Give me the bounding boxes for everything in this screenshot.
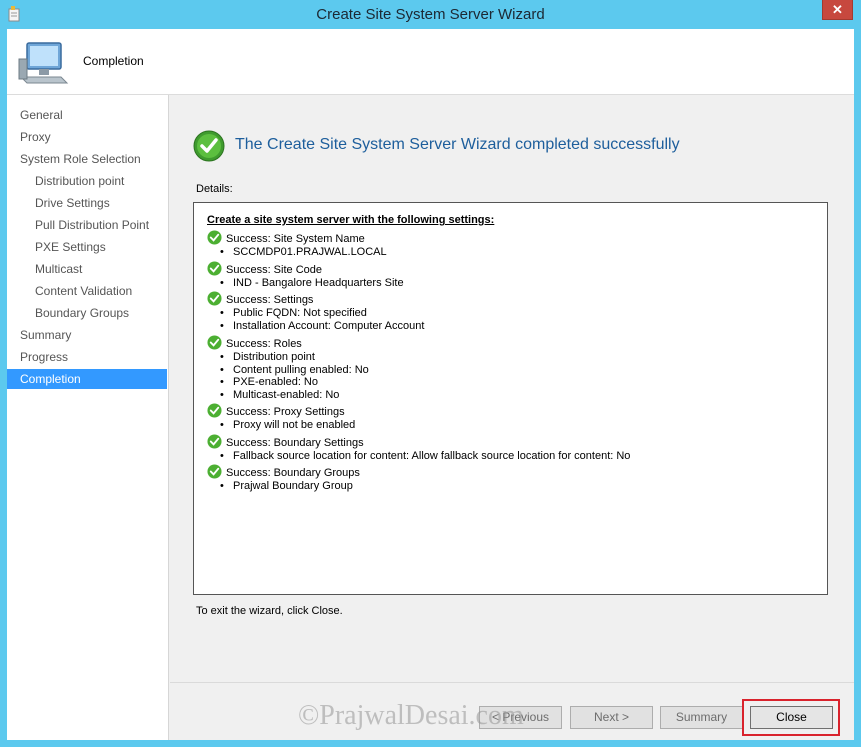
section-item: Prajwal Boundary Group	[207, 480, 353, 493]
nav-item-distribution-point[interactable]: Distribution point	[7, 171, 167, 191]
computer-icon	[18, 42, 69, 84]
nav-item-summary[interactable]: Summary	[7, 325, 167, 345]
section-item: SCCMDP01.PRAJWAL.LOCAL	[207, 246, 387, 259]
result-section-site-system-name: Success: Site System Name SCCMDP01.PRAJW…	[207, 230, 387, 259]
section-title: Success: Boundary Groups	[226, 467, 360, 479]
watermark: ©PrajwalDesai.com	[298, 700, 524, 731]
details-textbox[interactable]: Create a site system server with the fol…	[193, 202, 828, 595]
check-icon	[207, 403, 222, 418]
section-title: Success: Roles	[226, 338, 302, 350]
wizard-client-area: Completion General Proxy System Role Sel…	[7, 29, 854, 740]
wizard-window: Create Site System Server Wizard ✕ Compl…	[0, 0, 861, 747]
section-title: Success: Site Code	[226, 264, 322, 276]
section-item: Distribution point	[207, 351, 369, 364]
result-section-proxy-settings: Success: Proxy Settings Proxy will not b…	[207, 403, 355, 432]
close-button[interactable]: Close	[750, 706, 833, 729]
result-section-roles: Success: Roles Distribution point Conten…	[207, 335, 369, 402]
nav-item-general[interactable]: General	[7, 105, 167, 125]
exit-instructions: To exit the wizard, click Close.	[196, 605, 343, 617]
section-title: Success: Boundary Settings	[226, 437, 364, 449]
check-icon	[207, 335, 222, 350]
check-icon	[207, 230, 222, 245]
next-button[interactable]: Next >	[570, 706, 653, 729]
section-item: PXE-enabled: No	[207, 376, 369, 389]
result-section-site-code: Success: Site Code IND - Bangalore Headq…	[207, 261, 404, 290]
nav-item-completion[interactable]: Completion	[7, 369, 167, 389]
success-check-icon	[193, 130, 225, 162]
window-close-button[interactable]: ✕	[822, 0, 853, 20]
wizard-nav: General Proxy System Role Selection Dist…	[7, 95, 169, 740]
details-heading: Create a site system server with the fol…	[207, 214, 495, 226]
section-item: Installation Account: Computer Account	[207, 320, 424, 333]
section-title: Success: Proxy Settings	[226, 406, 345, 418]
nav-item-drive-settings[interactable]: Drive Settings	[7, 193, 167, 213]
section-title: Success: Settings	[226, 294, 314, 306]
check-icon	[207, 291, 222, 306]
section-item: Public FQDN: Not specified	[207, 307, 424, 320]
section-title: Success: Site System Name	[226, 233, 365, 245]
result-section-boundary-groups: Success: Boundary Groups Prajwal Boundar…	[207, 464, 360, 493]
details-label: Details:	[196, 183, 233, 195]
result-section-boundary-settings: Success: Boundary Settings Fallback sour…	[207, 434, 630, 463]
window-title: Create Site System Server Wizard	[316, 6, 545, 23]
nav-item-content-validation[interactable]: Content Validation	[7, 281, 167, 301]
nav-item-multicast[interactable]: Multicast	[7, 259, 167, 279]
nav-item-boundary-groups[interactable]: Boundary Groups	[7, 303, 167, 323]
result-section-settings: Success: Settings Public FQDN: Not speci…	[207, 291, 424, 333]
check-icon	[207, 464, 222, 479]
nav-item-pull-distribution-point[interactable]: Pull Distribution Point	[7, 215, 167, 235]
section-item: Content pulling enabled: No	[207, 364, 369, 377]
summary-button[interactable]: Summary	[660, 706, 743, 729]
nav-item-progress[interactable]: Progress	[7, 347, 167, 367]
nav-item-system-role-selection[interactable]: System Role Selection	[7, 149, 167, 169]
check-icon	[207, 261, 222, 276]
close-icon: ✕	[832, 1, 843, 17]
success-message: The Create Site System Server Wizard com…	[235, 136, 680, 153]
section-item: Proxy will not be enabled	[207, 419, 355, 432]
nav-item-pxe-settings[interactable]: PXE Settings	[7, 237, 167, 257]
section-item: Multicast-enabled: No	[207, 389, 369, 402]
title-bar[interactable]: Create Site System Server Wizard ✕	[0, 0, 861, 29]
main-panel: The Create Site System Server Wizard com…	[170, 95, 854, 682]
check-icon	[207, 434, 222, 449]
section-item: IND - Bangalore Headquarters Site	[207, 277, 404, 290]
section-item: Fallback source location for content: Al…	[207, 450, 630, 463]
nav-item-proxy[interactable]: Proxy	[7, 127, 167, 147]
page-title: Completion	[83, 54, 144, 68]
wizard-header: Completion	[7, 29, 854, 95]
